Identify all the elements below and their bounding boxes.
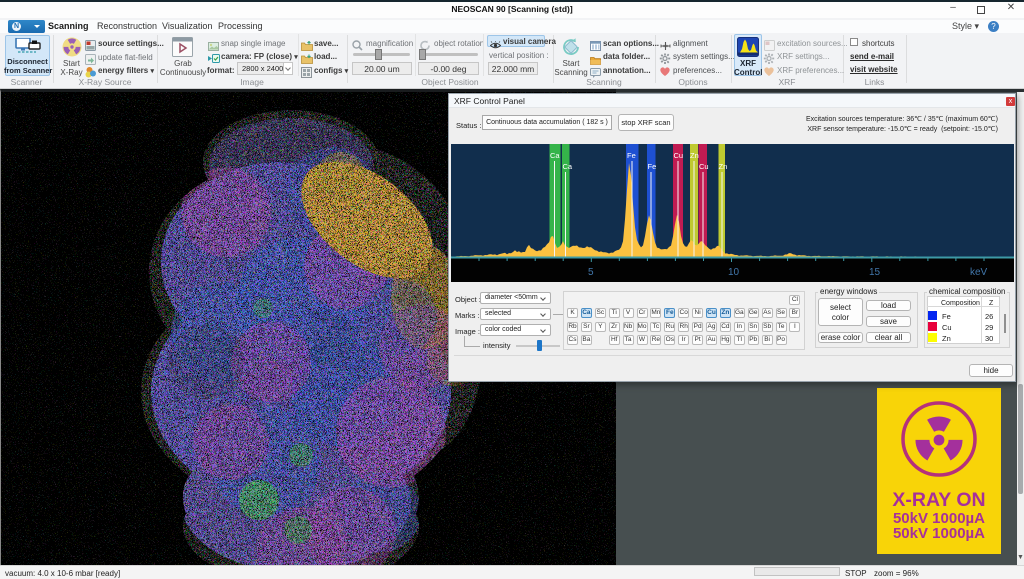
svg-text:Zn: Zn xyxy=(690,151,699,160)
svg-text:Cu: Cu xyxy=(699,162,709,171)
svg-text:keV: keV xyxy=(970,267,988,278)
svg-text:Fe: Fe xyxy=(627,151,636,160)
svg-text:10: 10 xyxy=(728,267,740,278)
svg-text:5: 5 xyxy=(588,267,594,278)
svg-text:Ca: Ca xyxy=(563,162,573,171)
svg-text:Zn: Zn xyxy=(719,162,728,171)
svg-text:Fe: Fe xyxy=(648,162,657,171)
svg-text:Cu: Cu xyxy=(674,151,684,160)
svg-text:Ca: Ca xyxy=(550,151,560,160)
svg-text:15: 15 xyxy=(869,267,881,278)
